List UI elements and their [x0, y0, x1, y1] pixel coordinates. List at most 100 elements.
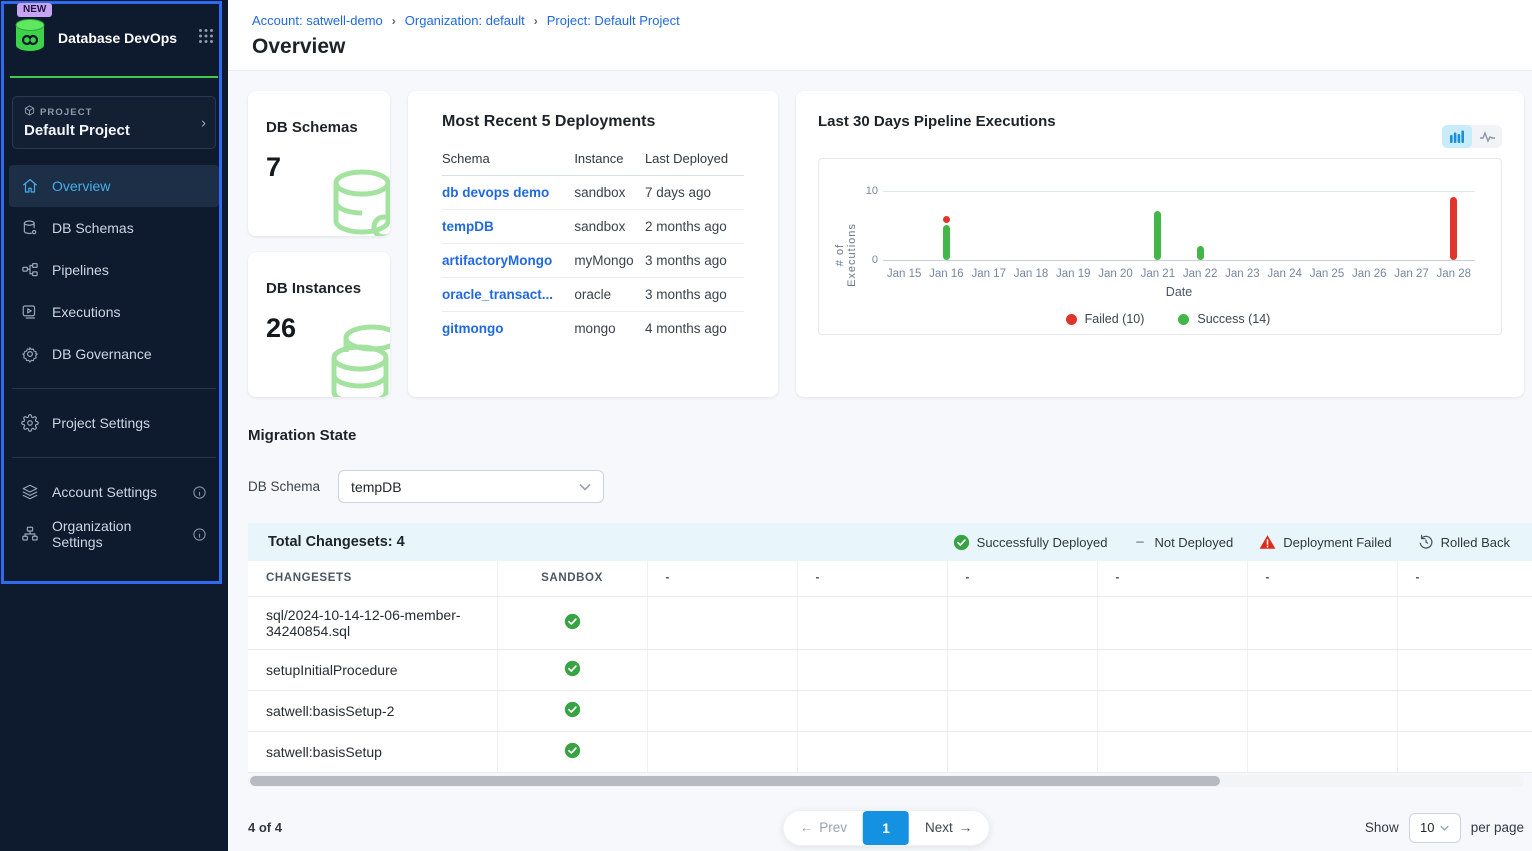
deployments-column-header: Last Deployed — [645, 141, 744, 176]
x-axis-label: Date — [883, 285, 1475, 299]
schema-link[interactable]: artifactoryMongo — [442, 253, 552, 268]
empty-status-cell — [1397, 596, 1532, 649]
sidebar-item-pipelines[interactable]: Pipelines — [9, 249, 219, 291]
changeset-row: setupInitialProcedure — [248, 649, 1532, 690]
instance-cell: sandbox — [574, 176, 645, 210]
line-chart-toggle-icon[interactable] — [1472, 125, 1502, 148]
schema-link[interactable]: oracle_transact... — [442, 287, 553, 302]
deployment-row: tempDBsandbox2 months ago — [442, 210, 744, 244]
changesets-table: CHANGESETSSANDBOX------ sql/2024-10-14-1… — [248, 561, 1532, 773]
chevron-right-icon: › — [201, 114, 206, 131]
status-legend-item: Successfully Deployed — [953, 534, 1108, 551]
empty-status-cell — [947, 690, 1097, 731]
failed-bar[interactable] — [1450, 197, 1457, 260]
pipelines-icon — [21, 261, 39, 279]
warning-triangle-icon — [1259, 534, 1276, 550]
sidebar-item-label: Pipelines — [52, 262, 109, 278]
changeset-name-cell: satwell:basisSetup-2 — [248, 690, 497, 731]
sidebar-item-executions[interactable]: Executions — [9, 291, 219, 333]
breadcrumb-link[interactable]: Organization: default — [405, 13, 525, 28]
empty-status-cell — [797, 731, 947, 772]
changeset-row: satwell:basisSetup — [248, 731, 1532, 772]
success-bar[interactable] — [943, 225, 950, 260]
last-deployed-cell: 4 months ago — [645, 312, 744, 346]
sidebar-item-db-governance[interactable]: DB Governance — [9, 333, 219, 375]
legend-item: Failed (10) — [1066, 312, 1145, 326]
schema-link[interactable]: db devops demo — [442, 185, 549, 200]
empty-status-cell — [647, 690, 797, 731]
last-deployed-cell: 7 days ago — [645, 176, 744, 210]
arrow-left-icon: ← — [800, 820, 814, 835]
success-bar[interactable] — [1154, 211, 1161, 260]
account-layers-icon — [21, 483, 39, 501]
success-bar[interactable] — [1197, 246, 1204, 260]
executions-icon — [21, 303, 39, 321]
breadcrumb-separator: › — [392, 14, 396, 28]
sandbox-status-cell — [497, 690, 647, 731]
empty-status-cell — [1397, 731, 1532, 772]
chart-bar-slot-jan-27 — [1390, 183, 1432, 260]
x-tick-label: Jan 20 — [1094, 268, 1136, 280]
sidebar-item-db-schemas[interactable]: DB Schemas — [9, 207, 219, 249]
empty-status-cell — [1097, 731, 1247, 772]
info-icon[interactable] — [192, 485, 207, 500]
schema-link[interactable]: tempDB — [442, 219, 494, 234]
deployments-column-header: Schema — [442, 141, 574, 176]
legend-item: Success (14) — [1178, 312, 1270, 326]
empty-status-cell — [647, 649, 797, 690]
breadcrumb: Account: satwell-demo › Organization: defa… — [252, 13, 1508, 28]
status-legend-item: Rolled Back — [1418, 534, 1510, 551]
page-title: Overview — [252, 35, 1508, 59]
scrollbar-thumb[interactable] — [250, 776, 1220, 786]
sidebar-item-account-settings[interactable]: Account Settings — [9, 471, 219, 513]
sidebar-item-organization-settings[interactable]: Organization Settings — [9, 513, 219, 555]
chart-bar-slot-jan-16 — [925, 183, 967, 260]
chart-bar-slot-jan-15 — [883, 183, 925, 260]
bar-chart-toggle-icon[interactable] — [1442, 125, 1472, 148]
empty-status-cell — [947, 731, 1097, 772]
empty-status-cell — [1097, 596, 1247, 649]
sidebar-item-label: DB Schemas — [52, 220, 134, 236]
deployment-row: gitmongomongo4 months ago — [442, 312, 744, 346]
x-tick-label: Jan 16 — [925, 268, 967, 280]
stat-title: DB Schemas — [266, 119, 372, 136]
breadcrumb-separator: › — [534, 14, 538, 28]
app-switcher-grid-icon[interactable] — [198, 28, 214, 49]
app-logo-icon — [12, 18, 48, 58]
nav-divider — [12, 457, 216, 458]
sidebar-item-overview[interactable]: Overview — [9, 165, 219, 207]
info-icon[interactable] — [192, 527, 207, 542]
page-1-button[interactable]: 1 — [863, 811, 909, 845]
sidebar-item-label: Organization Settings — [52, 518, 179, 550]
x-tick-label: Jan 25 — [1306, 268, 1348, 280]
project-selector[interactable]: PROJECT Default Project › — [12, 96, 216, 149]
check-circle-icon — [564, 664, 581, 680]
app-title: Database DevOps — [58, 30, 188, 46]
show-label: Show — [1365, 820, 1399, 835]
org-chart-icon — [21, 525, 39, 543]
changesets-column-header: - — [797, 561, 947, 596]
sidebar-item-project-settings[interactable]: Project Settings — [9, 402, 219, 444]
new-badge: NEW — [17, 3, 52, 17]
per-page-select[interactable]: 10 — [1409, 813, 1461, 843]
next-page-button[interactable]: Next→ — [909, 811, 988, 845]
brand-underline — [10, 76, 218, 78]
breadcrumb-link[interactable]: Project: Default Project — [547, 13, 680, 28]
pagination: ←Prev 1 Next→ — [783, 810, 990, 846]
horizontal-scrollbar[interactable] — [248, 775, 1524, 787]
prev-page-button[interactable]: ←Prev — [784, 811, 863, 845]
changesets-column-header: CHANGESETS — [248, 561, 497, 596]
changesets-column-header: - — [1247, 561, 1397, 596]
home-icon — [21, 177, 39, 195]
breadcrumb-link[interactable]: Account: satwell-demo — [252, 13, 383, 28]
last-deployed-cell: 3 months ago — [645, 278, 744, 312]
deployment-row: artifactoryMongomyMongo3 months ago — [442, 244, 744, 278]
last-deployed-cell: 3 months ago — [645, 244, 744, 278]
changesets-column-header: SANDBOX — [497, 561, 647, 596]
page-header: Account: satwell-demo › Organization: defa… — [228, 0, 1532, 71]
schema-link[interactable]: gitmongo — [442, 321, 503, 336]
x-tick-label: Jan 24 — [1264, 268, 1306, 280]
db-schema-select[interactable]: tempDB — [338, 470, 604, 503]
failed-bar[interactable] — [943, 216, 950, 223]
sidebar: NEW Database DevOps PROJECT D — [0, 0, 228, 851]
